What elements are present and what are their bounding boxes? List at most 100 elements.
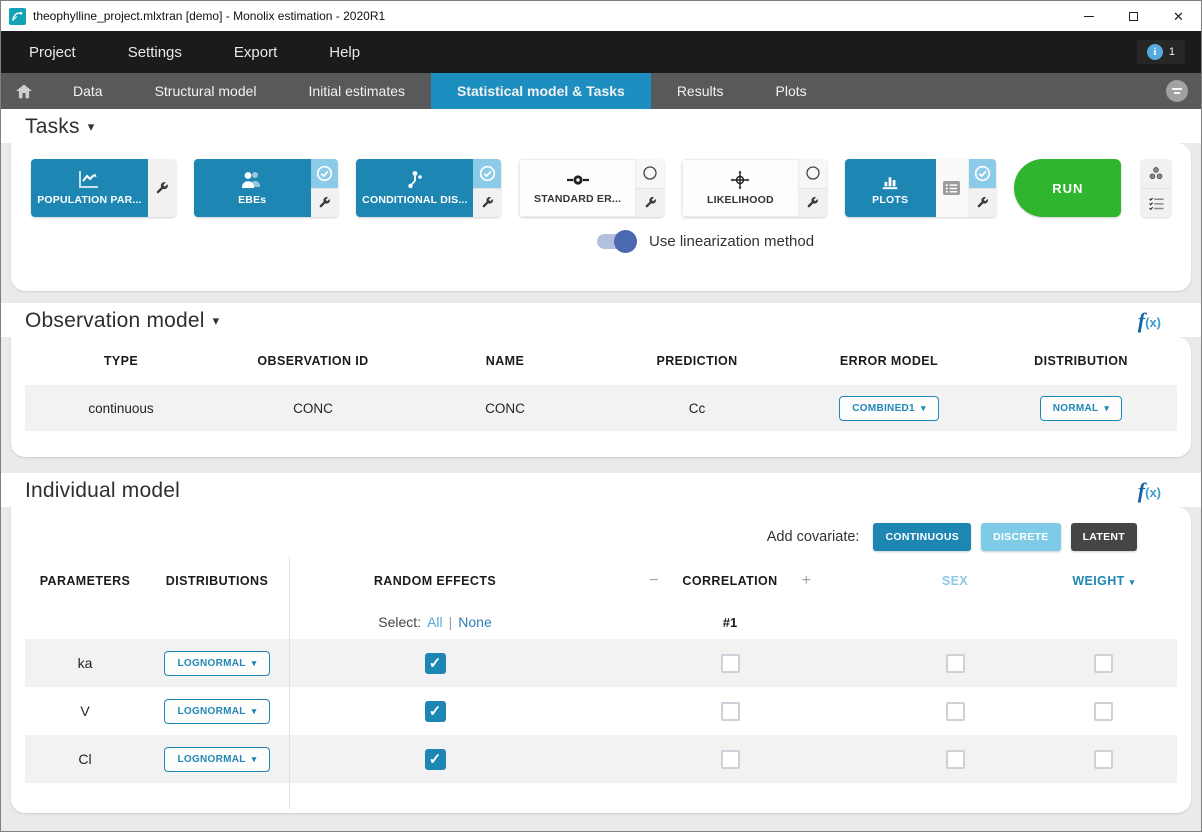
distribution-dropdown-ka[interactable]: LOGNORMAL [164, 651, 269, 676]
menu-help[interactable]: Help [329, 44, 360, 61]
menu-settings[interactable]: Settings [128, 44, 182, 61]
close-button[interactable]: ✕ [1156, 1, 1201, 31]
parameter-name: ka [25, 639, 145, 687]
tab-statistical-model-tasks[interactable]: Statistical model & Tasks [431, 73, 651, 109]
col-parameters: PARAMETERS [25, 557, 145, 605]
monolix-logo-icon [9, 8, 26, 25]
select-label: Select: [378, 614, 421, 630]
plots-list-button[interactable] [936, 159, 969, 217]
wrench-icon [481, 196, 494, 209]
add-discrete-covariate-button[interactable]: DISCRETE [981, 523, 1061, 551]
add-latent-covariate-button[interactable]: LATENT [1071, 523, 1137, 551]
tab-plots[interactable]: Plots [750, 73, 833, 109]
ebes-settings-button[interactable] [311, 188, 339, 218]
menu-project[interactable]: Project [29, 44, 76, 61]
bar-chart-icon [879, 170, 901, 190]
plots-button[interactable]: PLOTS [845, 159, 936, 217]
col-sex: SEX [880, 557, 1030, 605]
population-parameters-settings-button[interactable] [148, 159, 176, 217]
add-covariate-row: Add covariate: CONTINUOUS DISCRETE LATEN… [25, 507, 1177, 557]
individual-model-title[interactable]: Individual model [25, 479, 180, 503]
standard-errors-settings-button[interactable] [636, 188, 664, 218]
plots-enabled-check[interactable] [969, 159, 997, 188]
feedback-button[interactable] [1165, 73, 1201, 109]
notifications-button[interactable]: i 1 [1137, 40, 1185, 64]
parameter-row-v: V LOGNORMAL [25, 687, 1177, 735]
sex-checkbox-v[interactable] [946, 702, 965, 721]
error-model-dropdown[interactable]: COMBINED1 [839, 396, 939, 421]
caret-down-icon [1104, 403, 1109, 414]
likelihood-button[interactable]: LIKELIHOOD [682, 159, 799, 217]
observation-table-row: continuous CONC CONC Cc COMBINED1 NORMAL [25, 385, 1177, 431]
correlation-add-button[interactable]: + [802, 572, 811, 590]
minimize-icon [1084, 16, 1094, 17]
task-checklist-button[interactable] [1141, 188, 1171, 217]
conditional-distribution-button[interactable]: CONDITIONAL DIS... [356, 159, 473, 217]
population-chart-icon [77, 170, 101, 190]
correlation-checkbox-cl[interactable] [721, 750, 740, 769]
population-parameters-button[interactable]: POPULATION PAR... [31, 159, 148, 217]
observation-model-card: TYPE OBSERVATION ID NAME PREDICTION ERRO… [11, 337, 1191, 457]
col-random-effects: RANDOM EFFECTS [290, 557, 580, 605]
sex-checkbox-ka[interactable] [946, 654, 965, 673]
tasks-title[interactable]: Tasks [25, 115, 80, 139]
distribution-dropdown-v[interactable]: LOGNORMAL [164, 699, 269, 724]
home-button[interactable] [1, 73, 47, 109]
likelihood-settings-button[interactable] [799, 188, 827, 218]
wrench-icon [806, 196, 819, 209]
run-button[interactable]: RUN [1014, 159, 1121, 217]
correlation-remove-button[interactable]: − [649, 572, 658, 590]
minimize-button[interactable] [1066, 1, 1111, 31]
standard-errors-button[interactable]: STANDARD ER... [519, 159, 636, 217]
col-weight-dropdown[interactable]: WEIGHT [1030, 557, 1177, 605]
random-effect-checkbox-ka[interactable] [425, 653, 446, 674]
standard-errors-disabled-radio[interactable] [636, 159, 664, 188]
conditional-distribution-enabled-check[interactable] [473, 159, 501, 188]
tab-data[interactable]: Data [47, 73, 129, 109]
random-effect-checkbox-cl[interactable] [425, 749, 446, 770]
observation-model-head: Observation model ▾ f (x) [1, 303, 1201, 337]
cluster-settings-button[interactable] [1141, 159, 1171, 188]
menu-export[interactable]: Export [234, 44, 277, 61]
tab-structural-model[interactable]: Structural model [129, 73, 283, 109]
formula-button[interactable]: f (x) [1138, 480, 1161, 502]
tab-initial-estimates[interactable]: Initial estimates [283, 73, 431, 109]
table-footer-spacer [25, 783, 1177, 809]
list-icon [942, 180, 961, 196]
random-effect-checkbox-v[interactable] [425, 701, 446, 722]
menu-bar: Project Settings Export Help i 1 [1, 31, 1201, 73]
task-plots: PLOTS [845, 159, 997, 217]
maximize-button[interactable] [1111, 1, 1156, 31]
task-likelihood: LIKELIHOOD [682, 159, 827, 217]
task-population-parameters: POPULATION PAR... [31, 159, 176, 217]
correlation-checkbox-ka[interactable] [721, 654, 740, 673]
task-standard-errors: STANDARD ER... [519, 159, 664, 217]
distribution-dropdown[interactable]: NORMAL [1040, 396, 1123, 421]
select-all-link[interactable]: All [427, 614, 443, 630]
tab-results[interactable]: Results [651, 73, 750, 109]
conditional-distribution-settings-button[interactable] [473, 188, 501, 218]
sex-checkbox-cl[interactable] [946, 750, 965, 769]
parameter-row-cl: Cl LOGNORMAL [25, 735, 1177, 783]
ebes-enabled-check[interactable] [311, 159, 339, 188]
likelihood-disabled-radio[interactable] [799, 159, 827, 188]
col-type: TYPE [25, 354, 217, 368]
ebes-button[interactable]: EBEs [194, 159, 311, 217]
weight-checkbox-v[interactable] [1094, 702, 1113, 721]
plots-settings-button[interactable] [969, 188, 997, 218]
correlation-checkbox-v[interactable] [721, 702, 740, 721]
distribution-dropdown-cl[interactable]: LOGNORMAL [164, 747, 269, 772]
toggle-knob [614, 230, 637, 253]
caret-down-icon [921, 403, 926, 414]
col-name: NAME [409, 354, 601, 368]
select-none-link[interactable]: None [458, 614, 491, 630]
linearization-toggle[interactable] [597, 234, 635, 249]
weight-checkbox-ka[interactable] [1094, 654, 1113, 673]
formula-button[interactable]: f (x) [1138, 310, 1161, 332]
add-covariate-label: Add covariate: [767, 529, 860, 545]
weight-checkbox-cl[interactable] [1094, 750, 1113, 769]
checklist-icon [1148, 196, 1165, 211]
observation-model-title[interactable]: Observation model [25, 309, 205, 333]
add-continuous-covariate-button[interactable]: CONTINUOUS [873, 523, 971, 551]
correlation-group-1-label: #1 [580, 605, 880, 639]
